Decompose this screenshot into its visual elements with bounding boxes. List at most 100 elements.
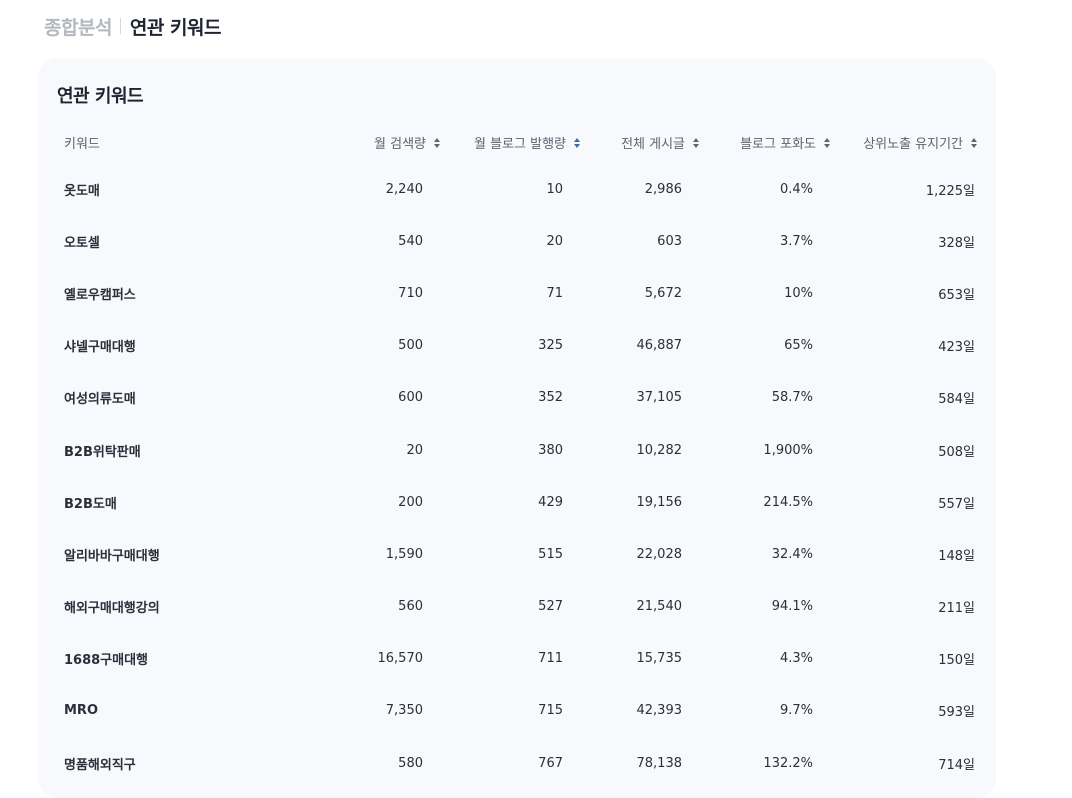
cell-blog-saturation: 10%	[784, 285, 813, 301]
cell-blog-saturation: 3.7%	[779, 233, 813, 249]
column-header-keyword: 키워드	[64, 136, 100, 152]
cell-monthly-search: 1,590	[385, 546, 423, 562]
card-title: 연관 키워드	[57, 86, 144, 107]
table-row[interactable]: B2B위탁판매 20 380 10,282 1,900% 508일	[56, 424, 978, 476]
related-keywords-card: 연관 키워드 키워드 월 검색량 월 블로그 발행량 전체 게시글 블로그 포화…	[38, 58, 996, 798]
cell-blog-saturation: 0.4%	[779, 181, 813, 197]
cell-keyword[interactable]: B2B도매	[56, 476, 209, 528]
table-row[interactable]: 옐로우캠퍼스 710 71 5,672 10% 653일	[56, 267, 978, 319]
cell-keyword[interactable]: 옐로우캠퍼스	[56, 267, 209, 319]
cell-monthly-search: 16,570	[377, 651, 424, 667]
table-row[interactable]: 명품해외직구 580 767 78,138 132.2% 714일	[56, 737, 978, 789]
cell-total-posts: 46,887	[636, 338, 683, 354]
cell-monthly-blog-posts: 767	[538, 755, 563, 771]
cell-blog-saturation: 214.5%	[763, 494, 813, 510]
cell-monthly-blog-posts: 71	[546, 285, 563, 301]
cell-blog-saturation: 94.1%	[771, 599, 813, 615]
cell-monthly-search: 200	[398, 494, 423, 510]
page-title: 연관 키워드	[129, 16, 222, 39]
cell-monthly-search: 710	[398, 285, 423, 301]
column-header-blog-saturation[interactable]: 블로그 포화도	[700, 121, 831, 163]
cell-total-posts: 22,028	[636, 546, 683, 562]
breadcrumb-divider	[119, 18, 121, 34]
cell-total-posts: 21,540	[636, 599, 683, 615]
cell-top-exposure-duration: 328일	[938, 235, 975, 251]
cell-monthly-search: 20	[406, 442, 423, 458]
sort-icon[interactable]	[971, 138, 978, 148]
cell-keyword[interactable]: 옷도매	[56, 163, 209, 215]
cell-total-posts: 19,156	[636, 494, 683, 510]
table-row[interactable]: 1688구매대행 16,570 711 15,735 4.3% 150일	[56, 633, 978, 685]
cell-keyword[interactable]: 명품해외직구	[56, 737, 209, 789]
cell-top-exposure-duration: 557일	[938, 496, 975, 512]
cell-total-posts: 37,105	[636, 390, 683, 406]
table-body: 옷도매 2,240 10 2,986 0.4% 1,225일 오토셀 540 20 603 3.7%…	[56, 163, 978, 789]
cell-keyword[interactable]: B2B위탁판매	[56, 424, 209, 476]
table-row[interactable]: 알리바바구매대행 1,590 515 22,028 32.4% 148일	[56, 528, 978, 580]
cell-top-exposure-duration: 211일	[938, 601, 975, 617]
cell-monthly-search: 580	[398, 755, 423, 771]
cell-monthly-blog-posts: 352	[538, 390, 563, 406]
cell-top-exposure-duration: 423일	[938, 340, 975, 356]
sort-icon[interactable]	[434, 138, 441, 148]
cell-keyword[interactable]: 여성의류도매	[56, 372, 209, 424]
cell-blog-saturation: 65%	[784, 338, 813, 354]
column-header-top-exposure-duration[interactable]: 상위노출 유지기간	[831, 121, 978, 163]
cell-top-exposure-duration: 148일	[938, 548, 975, 564]
cell-monthly-blog-posts: 515	[538, 546, 563, 562]
cell-blog-saturation: 1,900%	[763, 442, 813, 458]
table-row[interactable]: 옷도매 2,240 10 2,986 0.4% 1,225일	[56, 163, 978, 215]
cell-blog-saturation: 9.7%	[779, 703, 813, 719]
related-keywords-table: 키워드 월 검색량 월 블로그 발행량 전체 게시글 블로그 포화도 상위노출 …	[56, 121, 978, 789]
cell-keyword[interactable]: 오토셀	[56, 215, 209, 267]
table-row[interactable]: 오토셀 540 20 603 3.7% 328일	[56, 215, 978, 267]
cell-top-exposure-duration: 653일	[938, 287, 975, 303]
table-row[interactable]: MRO 7,350 715 42,393 9.7% 593일	[56, 685, 978, 737]
cell-blog-saturation: 32.4%	[771, 546, 813, 562]
cell-total-posts: 603	[657, 233, 682, 249]
cell-blog-saturation: 58.7%	[771, 390, 813, 406]
cell-keyword[interactable]: 알리바바구매대행	[56, 528, 209, 580]
table-header-row: 키워드 월 검색량 월 블로그 발행량 전체 게시글 블로그 포화도 상위노출 …	[56, 121, 978, 163]
cell-keyword[interactable]: MRO	[56, 685, 209, 737]
cell-monthly-blog-posts: 20	[546, 233, 563, 249]
cell-monthly-search: 2,240	[385, 181, 423, 197]
cell-monthly-blog-posts: 711	[538, 651, 563, 667]
table-row[interactable]: 해외구매대행강의 560 527 21,540 94.1% 211일	[56, 581, 978, 633]
cell-top-exposure-duration: 714일	[938, 757, 975, 773]
sort-icon[interactable]	[693, 138, 700, 148]
cell-top-exposure-duration: 150일	[938, 653, 975, 669]
cell-monthly-search: 7,350	[385, 703, 423, 719]
cell-monthly-search: 540	[398, 233, 423, 249]
cell-blog-saturation: 132.2%	[763, 755, 813, 771]
table-row[interactable]: 샤넬구매대행 500 325 46,887 65% 423일	[56, 320, 978, 372]
cell-keyword[interactable]: 1688구매대행	[56, 633, 209, 685]
cell-total-posts: 42,393	[636, 703, 683, 719]
table-row[interactable]: 여성의류도매 600 352 37,105 58.7% 584일	[56, 372, 978, 424]
cell-keyword[interactable]: 샤넬구매대행	[56, 320, 209, 372]
breadcrumb-parent-link[interactable]: 종합분석	[44, 13, 112, 40]
cell-monthly-blog-posts: 325	[538, 338, 563, 354]
cell-blog-saturation: 4.3%	[779, 651, 813, 667]
sort-icon-active[interactable]	[574, 138, 581, 148]
cell-monthly-blog-posts: 10	[546, 181, 563, 197]
column-header-monthly-search[interactable]: 월 검색량	[209, 121, 441, 163]
cell-monthly-search: 560	[398, 599, 423, 615]
cell-monthly-blog-posts: 527	[538, 599, 563, 615]
cell-top-exposure-duration: 593일	[938, 705, 975, 721]
sort-icon[interactable]	[824, 138, 831, 148]
cell-monthly-blog-posts: 380	[538, 442, 563, 458]
table-row[interactable]: B2B도매 200 429 19,156 214.5% 557일	[56, 476, 978, 528]
cell-total-posts: 5,672	[644, 285, 682, 301]
column-header-monthly-blog-posts[interactable]: 월 블로그 발행량	[441, 121, 581, 163]
cell-monthly-search: 500	[398, 338, 423, 354]
cell-keyword[interactable]: 해외구매대행강의	[56, 581, 209, 633]
cell-total-posts: 78,138	[636, 755, 683, 771]
cell-monthly-blog-posts: 429	[538, 494, 563, 510]
cell-monthly-blog-posts: 715	[538, 703, 563, 719]
cell-total-posts: 10,282	[636, 442, 683, 458]
cell-top-exposure-duration: 1,225일	[925, 183, 975, 199]
cell-total-posts: 15,735	[636, 651, 683, 667]
column-header-total-posts[interactable]: 전체 게시글	[581, 121, 700, 163]
cell-top-exposure-duration: 584일	[938, 392, 975, 408]
